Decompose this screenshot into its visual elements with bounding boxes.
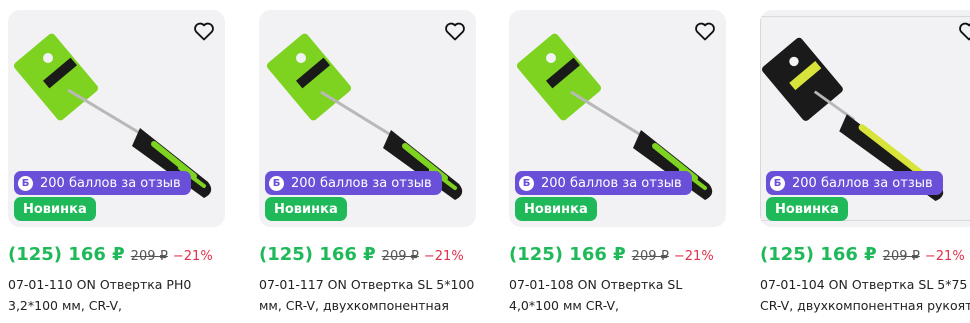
- price-line: (125) 166 ₽ 209 ₽ −21%: [760, 244, 965, 265]
- discount-label: −21%: [673, 249, 714, 264]
- bonus-badge: Б 200 баллов за отзыв: [265, 171, 442, 195]
- bonus-text: 200 баллов за отзыв: [541, 175, 682, 191]
- new-badge: Новинка: [14, 197, 96, 221]
- bonus-text: 200 баллов за отзыв: [792, 175, 933, 191]
- new-badge: Новинка: [766, 197, 848, 221]
- product-image-container[interactable]: Б 200 баллов за отзыв Новинка: [509, 10, 726, 227]
- old-price: 209 ₽: [130, 249, 168, 264]
- bonus-badge: Б 200 баллов за отзыв: [766, 171, 943, 195]
- new-badge: Новинка: [515, 197, 597, 221]
- current-price: (125) 166 ₽: [509, 244, 626, 265]
- product-title-link[interactable]: 07-01-110 ON Отвертка PH0 3,2*100 мм, CR…: [8, 274, 233, 323]
- bonus-coin-icon: Б: [770, 175, 785, 191]
- favorite-heart-icon[interactable]: [443, 19, 467, 43]
- favorite-heart-icon[interactable]: [957, 19, 970, 43]
- bonus-coin-icon: Б: [269, 175, 284, 191]
- product-title-link[interactable]: 07-01-117 ON Отвертка SL 5*100 мм, CR-V,…: [259, 274, 484, 323]
- current-price: (125) 166 ₽: [259, 244, 376, 265]
- price-line: (125) 166 ₽ 209 ₽ −21%: [259, 244, 464, 265]
- old-price: 209 ₽: [882, 249, 920, 264]
- product-image-container[interactable]: Б 200 баллов за отзыв Новинка: [760, 10, 970, 227]
- discount-label: −21%: [423, 249, 464, 264]
- discount-label: −21%: [172, 249, 213, 264]
- product-title-link[interactable]: 07-01-104 ON Отвертка SL 5*75 мм, CR-V, …: [760, 274, 970, 316]
- discount-label: −21%: [924, 249, 965, 264]
- product-card[interactable]: Б 200 баллов за отзыв Новинка (125) 166 …: [760, 10, 970, 323]
- bonus-badge: Б 200 баллов за отзыв: [515, 171, 692, 195]
- product-row: Б 200 баллов за отзыв Новинка (125) 166 …: [0, 0, 970, 323]
- price-line: (125) 166 ₽ 209 ₽ −21%: [8, 244, 213, 265]
- new-badge: Новинка: [265, 197, 347, 221]
- favorite-heart-icon[interactable]: [693, 19, 717, 43]
- price-line: (125) 166 ₽ 209 ₽ −21%: [509, 244, 714, 265]
- product-card[interactable]: Б 200 баллов за отзыв Новинка (125) 166 …: [8, 10, 243, 323]
- product-image-container[interactable]: Б 200 баллов за отзыв Новинка: [8, 10, 225, 227]
- bonus-text: 200 баллов за отзыв: [40, 175, 181, 191]
- bonus-coin-icon: Б: [18, 175, 33, 191]
- product-card[interactable]: Б 200 баллов за отзыв Новинка (125) 166 …: [509, 10, 744, 323]
- bonus-coin-icon: Б: [519, 175, 534, 191]
- old-price: 209 ₽: [381, 249, 419, 264]
- product-card[interactable]: Б 200 баллов за отзыв Новинка (125) 166 …: [259, 10, 494, 323]
- old-price: 209 ₽: [631, 249, 669, 264]
- current-price: (125) 166 ₽: [760, 244, 877, 265]
- favorite-heart-icon[interactable]: [192, 19, 216, 43]
- bonus-text: 200 баллов за отзыв: [291, 175, 432, 191]
- bonus-badge: Б 200 баллов за отзыв: [14, 171, 191, 195]
- product-title-link[interactable]: 07-01-108 ON Отвертка SL 4,0*100 мм CR-V…: [509, 274, 734, 323]
- product-image-container[interactable]: Б 200 баллов за отзыв Новинка: [259, 10, 476, 227]
- current-price: (125) 166 ₽: [8, 244, 125, 265]
